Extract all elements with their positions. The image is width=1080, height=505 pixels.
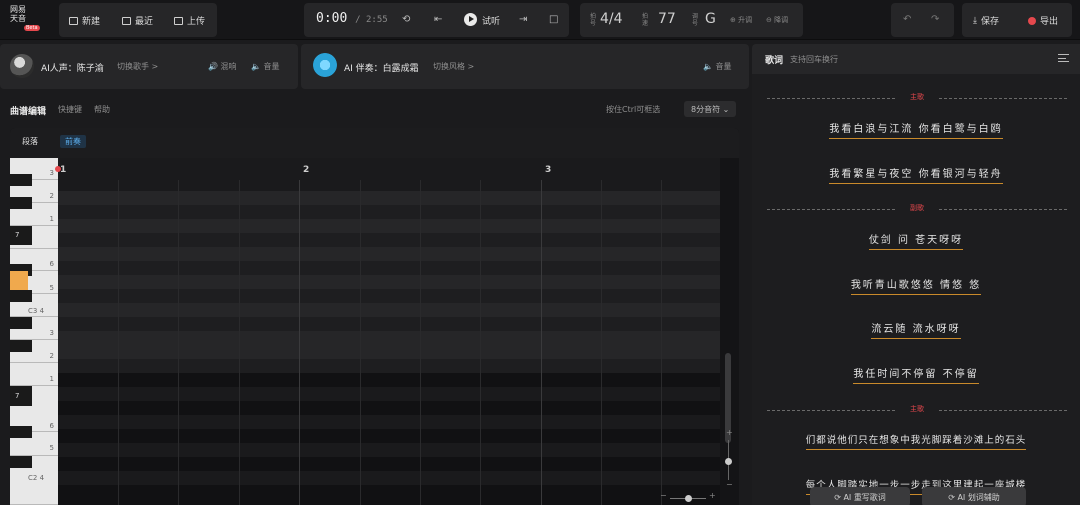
transport-panel: 0:00 / 2:55 ⟲ ⇤ 试听 ⇥ □: [304, 3, 569, 37]
recent-button[interactable]: 最近: [122, 14, 153, 27]
recent-icon: [122, 16, 131, 25]
logo-line-1: 网易: [10, 5, 26, 14]
skip-start-icon[interactable]: ⇤: [434, 14, 442, 25]
export-icon: [1028, 16, 1036, 25]
new-button[interactable]: 新建: [69, 14, 100, 27]
section-divider: 主歌: [767, 404, 1067, 416]
stop-icon[interactable]: □: [549, 14, 558, 25]
save-export-panel: ⤓ 保存 导出: [962, 3, 1072, 37]
time-display: 0:00 / 2:55: [316, 11, 388, 26]
new-file-icon: [69, 16, 78, 25]
accompaniment-volume-button[interactable]: 🔈 音量: [703, 61, 732, 72]
export-button[interactable]: 导出: [1028, 14, 1058, 27]
lyrics-menu-icon[interactable]: [1058, 54, 1069, 62]
editor-title: 曲谱编辑: [10, 107, 47, 117]
switch-style-link[interactable]: 切换风格 >: [433, 61, 474, 72]
tempo-label: 拍速: [642, 13, 649, 27]
key-value[interactable]: G: [705, 11, 716, 27]
save-button[interactable]: ⤓ 保存: [973, 14, 999, 28]
editor-header: 曲谱编辑 快捷键 帮助 按住Ctrl可框选: [0, 96, 750, 122]
lyric-line[interactable]: 我看繁星与夜空 你看银河与轻舟: [752, 165, 1080, 184]
ctrl-hint: 按住Ctrl可框选: [606, 105, 661, 114]
vertical-zoom-slider[interactable]: + −: [722, 428, 736, 490]
bar-number: 3: [545, 165, 552, 175]
lyric-line[interactable]: 我任时间不停留 不停留: [752, 365, 1080, 384]
accompaniment-panel: AI 伴奏：白露成霜 切换风格 > 🔈 音量: [301, 44, 749, 89]
lyrics-panel: 歌词 支持回车换行 主歌 我看白浪与江流 你看白鹭与白鸥 我看繁星与夜空 你看银…: [752, 44, 1080, 505]
horizontal-zoom-slider[interactable]: − +: [650, 491, 718, 505]
note-grid[interactable]: 1 2 3: [55, 158, 720, 505]
logo-line-2: 天音: [10, 14, 26, 23]
singer-volume-button[interactable]: 🔈 音量: [251, 61, 280, 72]
lyric-line[interactable]: 我看白浪与江流 你看白鹭与白鸥: [752, 120, 1080, 139]
singer-avatar[interactable]: [10, 54, 34, 78]
save-icon: ⤓: [973, 15, 977, 26]
lyrics-subtitle: 支持回车换行: [790, 55, 838, 64]
tab-intro[interactable]: 前奏: [60, 135, 86, 148]
meta-panel: 拍号 4/4 拍速 77 调号 G ⊕ 升调 ⊖ 降调: [580, 3, 803, 37]
lyric-line[interactable]: 仗剑 问 苍天呀呀: [752, 231, 1080, 250]
history-panel: ↶ ↷: [891, 3, 954, 37]
shortcut-link[interactable]: 快捷键: [58, 104, 82, 115]
skip-end-icon[interactable]: ⇥: [519, 14, 527, 25]
piano-keys[interactable]: 3 2 1 7 7 6 5 C3 4 3 2 1 7 6 5 C2 4: [10, 158, 58, 505]
upload-button[interactable]: 上传: [174, 14, 205, 27]
upload-icon: [174, 16, 183, 25]
section-bar: 段落 前奏: [10, 128, 739, 158]
ai-rewrite-button[interactable]: ⟳ AI 重写歌词: [810, 487, 910, 505]
section-divider: 副歌: [767, 203, 1067, 215]
preview-label[interactable]: 试听: [482, 14, 500, 27]
lyrics-title: 歌词: [765, 56, 784, 66]
switch-singer-link[interactable]: 切换歌手 >: [117, 61, 158, 72]
beta-badge: Beta: [24, 25, 40, 31]
reverb-button[interactable]: 🔊 混响: [208, 61, 237, 72]
beat-label: 拍号: [590, 13, 597, 27]
playhead-icon[interactable]: [55, 166, 61, 172]
section-label: 段落: [22, 137, 38, 146]
piano-roll: 段落 前奏 3 2 1 7 7 6 5 C3 4 3 2 1 7 6 5 C2 …: [10, 128, 739, 505]
lyrics-editor[interactable]: 主歌 我看白浪与江流 你看白鹭与白鸥 我看繁星与夜空 你看银河与轻舟 副歌 仗剑…: [752, 74, 1080, 505]
lyric-line[interactable]: 我听青山歌悠悠 情悠 悠: [752, 276, 1080, 295]
section-divider: 主歌: [767, 92, 1067, 104]
tempo-value[interactable]: 77: [658, 11, 676, 27]
loop-icon[interactable]: ⟲: [402, 14, 410, 25]
key-up-button[interactable]: ⊕ 升调: [730, 15, 752, 25]
singer-name: AI人声：陈子渝: [41, 64, 104, 74]
beat-value[interactable]: 4/4: [600, 11, 623, 27]
file-toolbar: 新建 最近 上传: [59, 3, 217, 37]
key-down-button[interactable]: ⊖ 降调: [766, 15, 788, 25]
lyric-line[interactable]: 流云随 流水呀呀: [752, 320, 1080, 339]
help-link[interactable]: 帮助: [94, 104, 110, 115]
bar-number: 1: [60, 165, 67, 175]
ai-assist-button[interactable]: ⟳ AI 划词辅助: [922, 487, 1026, 505]
app-logo[interactable]: 网易 天音 Beta: [10, 5, 46, 35]
redo-icon[interactable]: ↷: [931, 14, 939, 25]
undo-icon[interactable]: ↶: [903, 14, 911, 25]
bar-number: 2: [303, 165, 310, 175]
timeline-ruler[interactable]: 1 2 3: [55, 158, 720, 180]
note-length-select[interactable]: 8分音符 ⌄: [684, 101, 736, 117]
play-icon[interactable]: [464, 13, 477, 26]
top-bar: 网易 天音 Beta 新建 最近 上传 0:00 / 2:55 ⟲ ⇤ 试听 ⇥…: [0, 0, 1080, 40]
accompaniment-name: AI 伴奏：白露成霜: [344, 64, 419, 74]
lyric-line[interactable]: 们都说他们只在想象中我光脚踩着沙滩上的石头: [752, 432, 1080, 450]
accompaniment-avatar[interactable]: [313, 53, 337, 77]
lyric-line[interactable]: 每个人脚踏实地一步一步走到这里建起一座城楼: [752, 477, 1080, 495]
singer-panel: AI人声：陈子渝 切换歌手 > 🔊 混响 🔈 音量: [0, 44, 298, 89]
key-label: 调号: [692, 13, 699, 27]
